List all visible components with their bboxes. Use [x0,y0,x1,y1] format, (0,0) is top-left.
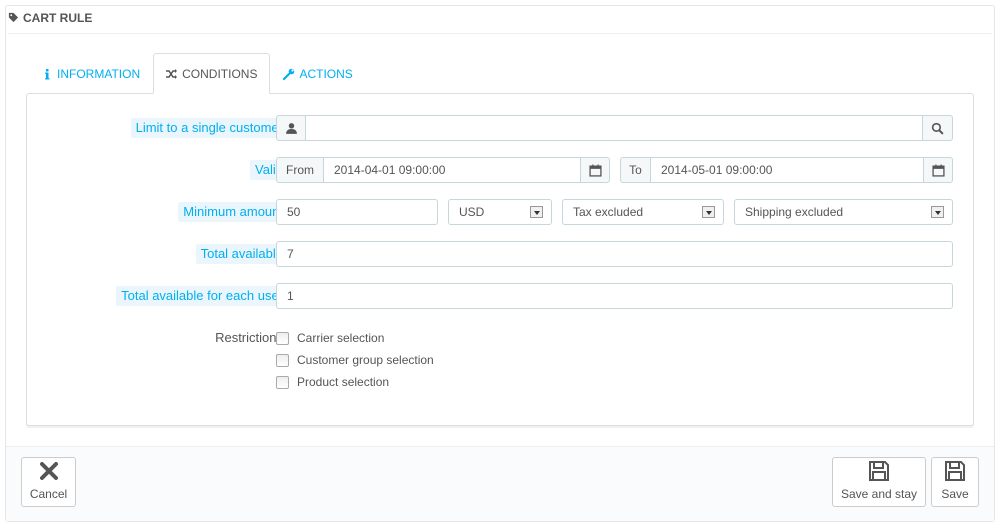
tab-conditions[interactable]: CONDITIONS [153,53,271,94]
minimum-amount-label: Minimum amount [178,202,288,222]
product-restriction-label: Product selection [297,375,390,389]
save-label: Save [941,487,969,501]
tab-information[interactable]: INFORMATION [28,53,153,94]
user-icon [285,123,297,135]
to-addon: To [620,157,651,183]
currency-select-value: USD [459,205,485,219]
cancel-button-label: Cancel [29,487,68,501]
carrier-restriction-label: Carrier selection [297,331,385,345]
tab-information-label: INFORMATION [57,67,141,81]
valid-from-input[interactable]: 2014-04-01 09:00:00 [323,157,581,183]
tab-conditions-label: CONDITIONS [182,66,258,81]
total-available-label: Total available [195,244,288,264]
total-per-user-input[interactable]: 1 [276,283,953,309]
shuffle-icon [166,68,178,79]
tax-select[interactable]: Tax excluded [562,199,724,225]
total-per-user-label: Total available for each user [116,286,288,306]
limit-customer-label: Limit to a single customer [130,118,288,138]
chevron-down-icon [702,206,715,218]
panel-heading: CART RULE [8,8,992,34]
save-button[interactable]: Save [931,457,979,507]
calendar-icon [931,164,945,177]
customer-group-restriction-checkbox[interactable] [276,353,289,367]
chevron-down-icon [530,206,543,218]
carrier-restriction-row[interactable]: Carrier selection [276,331,384,345]
info-icon [45,69,50,80]
floppy-disk-icon [945,461,965,481]
tab-actions[interactable]: ACTIONS [270,53,365,94]
close-icon [39,462,58,480]
panel-title: CART RULE [23,10,93,25]
valid-to-input[interactable]: 2014-05-01 09:00:00 [650,157,924,183]
floppy-disk-icon [869,461,889,481]
chevron-down-icon [931,206,944,218]
shipping-select[interactable]: Shipping excluded [734,199,953,225]
customer-group-restriction-row[interactable]: Customer group selection [276,353,434,367]
to-calendar-button[interactable] [923,157,953,183]
calendar-icon [588,164,602,177]
customer-group-restriction-label: Customer group selection [297,353,434,367]
tax-select-value: Tax excluded [573,205,644,219]
cancel-button[interactable]: Cancel [21,457,76,507]
shipping-select-value: Shipping excluded [745,205,844,219]
tab-bar: INFORMATION CONDITIONS ACTIONS [28,53,366,94]
wrench-icon [283,68,295,80]
customer-search-button[interactable] [922,115,953,141]
total-available-input[interactable]: 7 [276,241,953,267]
from-calendar-button[interactable] [580,157,610,183]
product-restriction-row[interactable]: Product selection [276,375,389,389]
tag-icon [8,12,19,23]
save-and-stay-button[interactable]: Save and stay [832,457,926,507]
minimum-amount-input[interactable]: 50 [276,199,438,225]
customer-addon [276,115,306,141]
save-and-stay-label: Save and stay [840,487,918,501]
currency-select[interactable]: USD [448,199,552,225]
from-addon: From [276,157,324,183]
product-restriction-checkbox[interactable] [276,375,289,389]
carrier-restriction-checkbox[interactable] [276,331,289,345]
search-icon [931,123,944,135]
customer-search-input[interactable] [305,115,923,141]
tab-actions-label: ACTIONS [299,67,353,81]
